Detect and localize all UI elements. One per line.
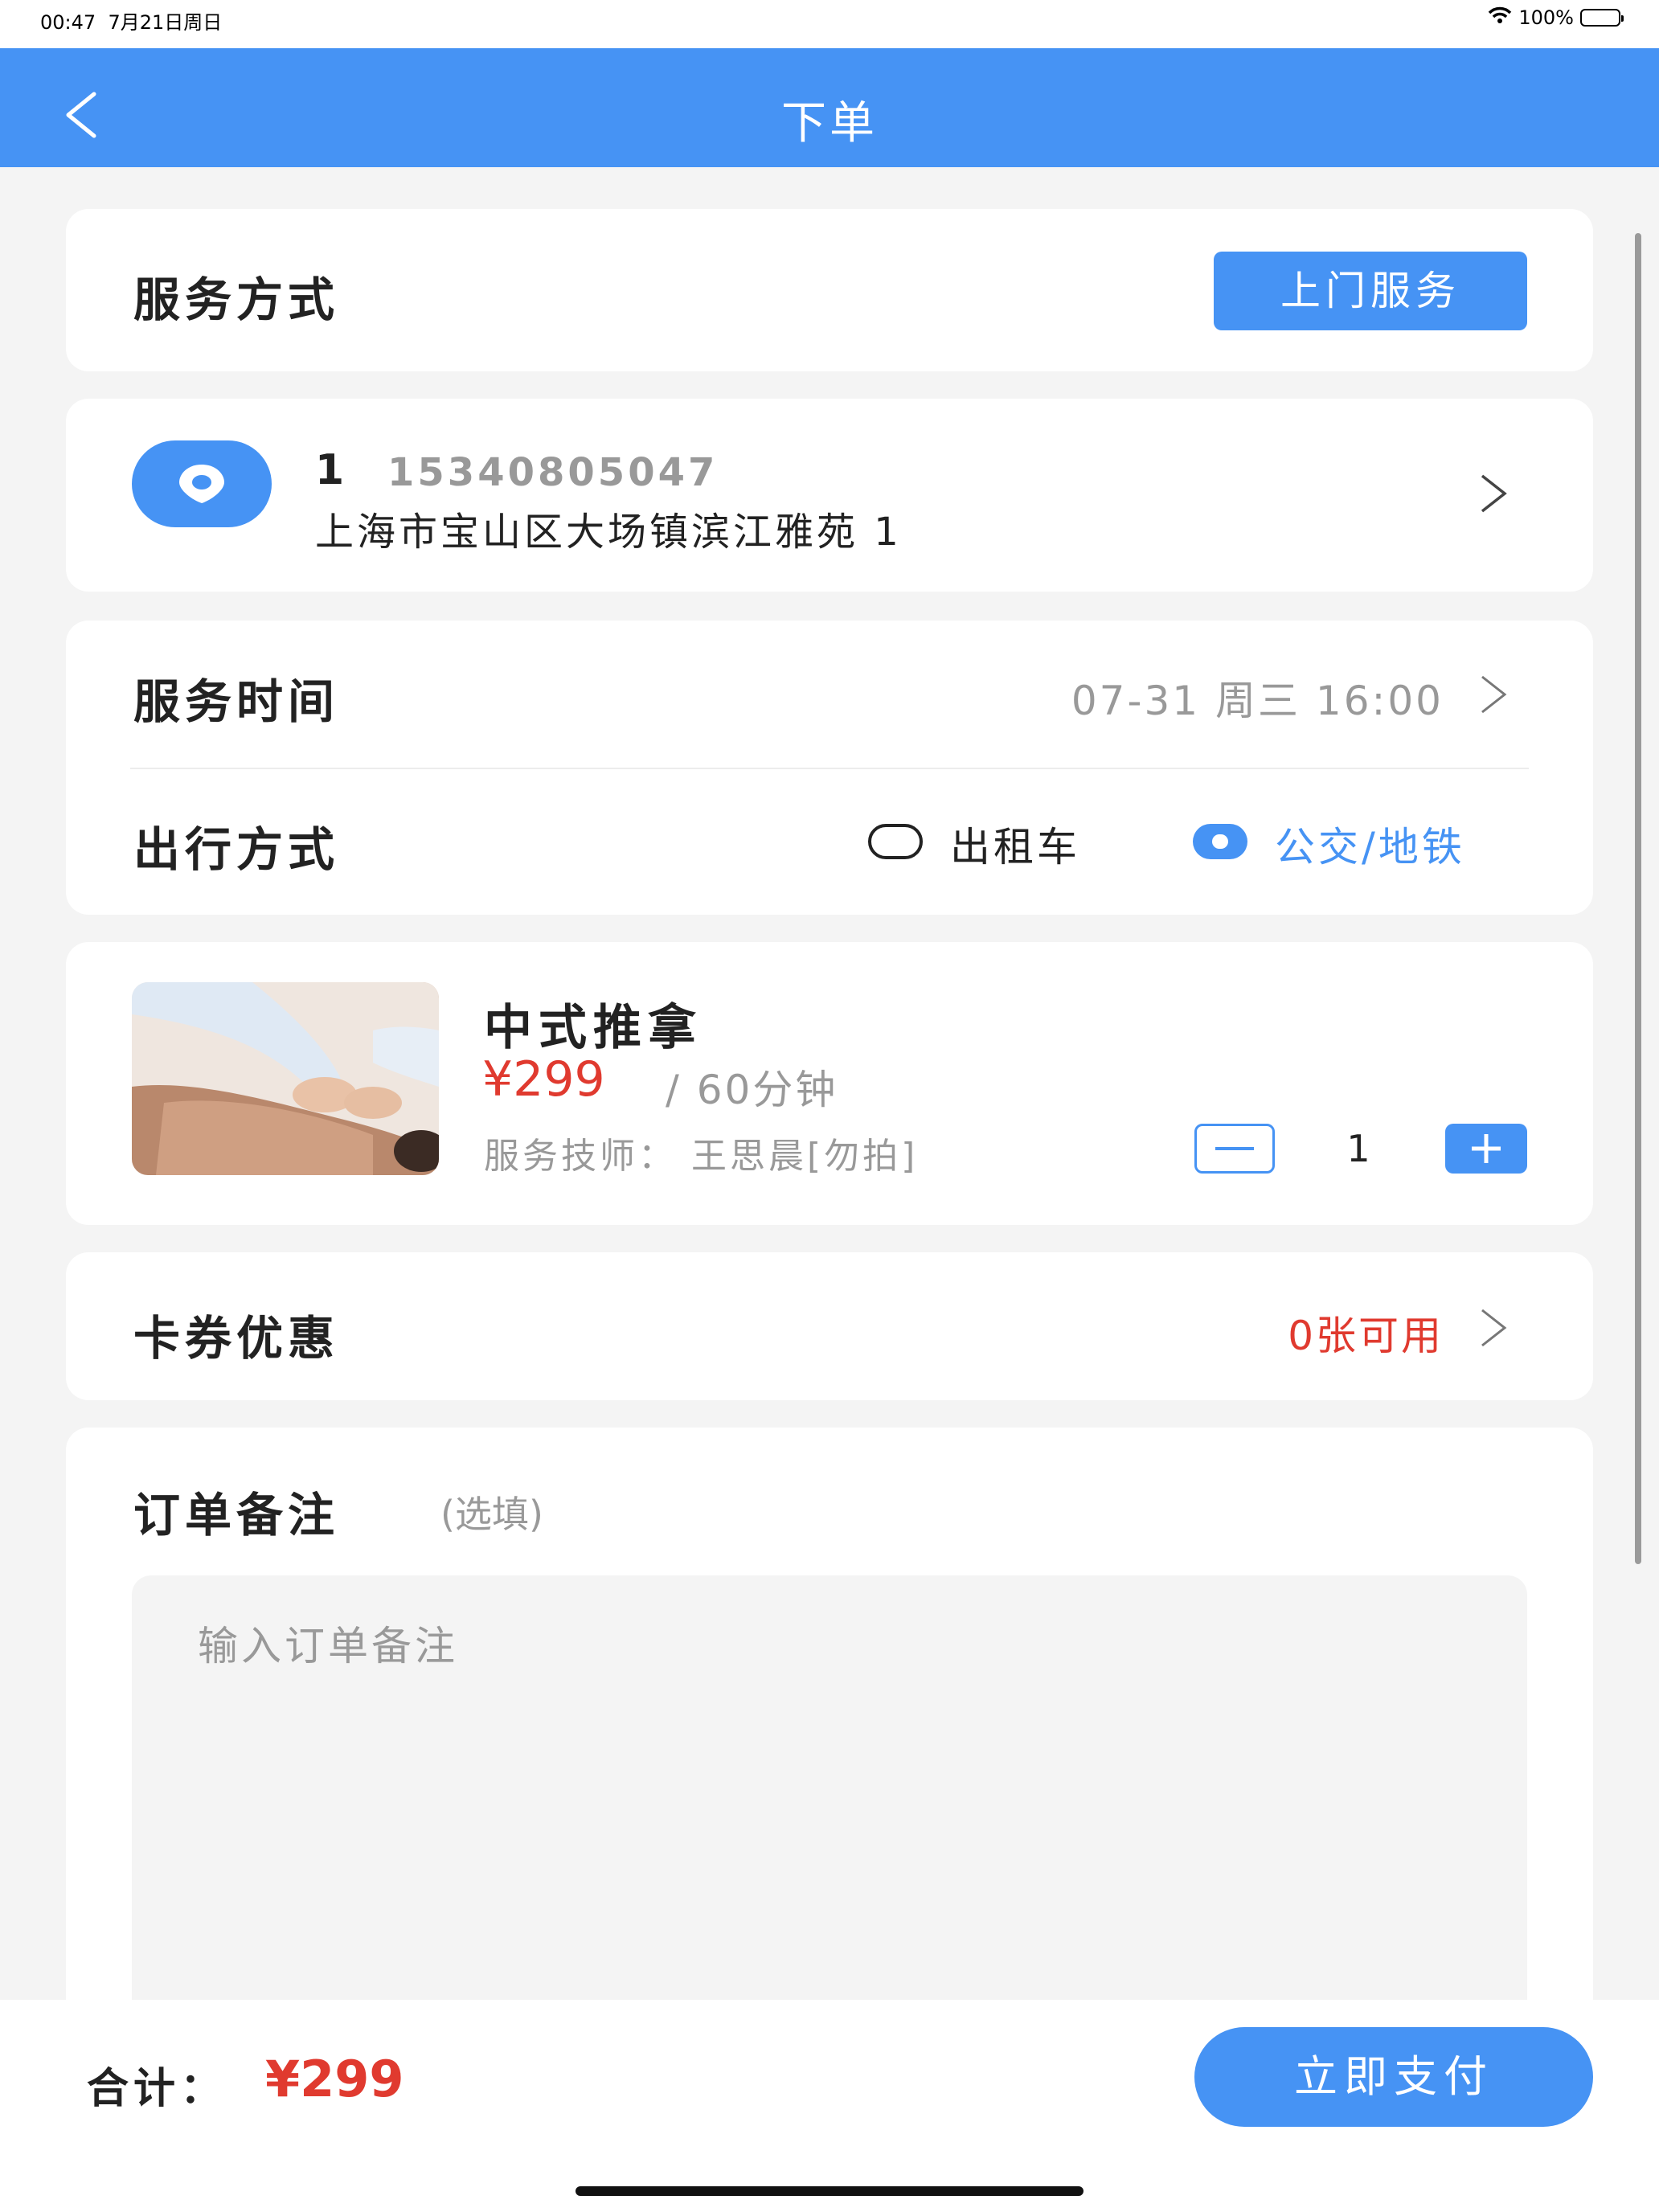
product-duration: / 60分钟 <box>666 1067 838 1113</box>
product-image <box>132 982 439 1175</box>
option-bus-subway-label[interactable]: 公交/地铁 <box>1275 815 1465 873</box>
minus-icon <box>1215 1147 1254 1150</box>
quantity-value: 1 <box>1346 1127 1370 1170</box>
radio-bus-subway[interactable] <box>1193 824 1247 859</box>
plus-icon <box>1472 1134 1501 1163</box>
remark-input[interactable] <box>132 1575 1527 2009</box>
status-datetime: 00:47 7月21日周日 <box>40 6 222 35</box>
status-time: 00:47 <box>40 11 96 34</box>
travel-method-label: 出行方式 <box>133 822 340 877</box>
pay-now-button[interactable]: 立即支付 <box>1194 2027 1593 2127</box>
address-detail: 上海市宝山区大场镇滨江雅苑 1 <box>315 510 902 555</box>
address-card[interactable] <box>66 399 1593 592</box>
time-chevron-icon[interactable] <box>1477 672 1509 720</box>
page-title: 下单 <box>781 97 878 150</box>
remark-optional-hint: (选填) <box>440 1493 543 1536</box>
coupon-label: 卡券优惠 <box>133 1311 340 1366</box>
scrollbar[interactable] <box>1635 233 1641 1564</box>
service-method-label: 服务方式 <box>133 272 340 327</box>
service-time-label: 服务时间 <box>133 674 340 729</box>
wifi-icon <box>1488 6 1512 29</box>
location-icon <box>132 440 272 527</box>
quantity-increase-button[interactable] <box>1445 1124 1527 1174</box>
battery-icon <box>1580 9 1624 27</box>
battery-percent: 100% <box>1518 6 1574 29</box>
option-taxi-label[interactable]: 出租车 <box>950 815 1080 873</box>
status-bar <box>0 0 1659 48</box>
contact-phone: 15340805047 <box>387 450 719 495</box>
remark-label: 订单备注 <box>133 1488 340 1542</box>
service-time-value[interactable]: 07-31 周三 16:00 <box>1071 669 1444 727</box>
radio-taxi[interactable] <box>868 824 923 859</box>
home-service-button[interactable]: 上门服务 <box>1214 252 1527 330</box>
status-date: 7月21日周日 <box>108 11 223 34</box>
total-amount: ¥299 <box>265 2050 404 2108</box>
home-indicator <box>576 2186 1083 2196</box>
divider <box>130 768 1529 769</box>
product-name: 中式推拿 <box>484 1000 703 1056</box>
product-price: ¥299 <box>482 1051 605 1108</box>
total-label: 合计： <box>87 2065 227 2113</box>
address-chevron-icon <box>1477 471 1509 519</box>
status-indicators: 100% <box>1488 6 1624 29</box>
technician-info: 服务技师： 王思晨[勿拍] <box>484 1136 919 1177</box>
coupon-chevron-icon <box>1477 1305 1509 1354</box>
contact-name: 1 <box>315 446 345 494</box>
quantity-decrease-button[interactable] <box>1194 1124 1275 1174</box>
coupon-available: 0张可用 <box>1288 1313 1444 1359</box>
